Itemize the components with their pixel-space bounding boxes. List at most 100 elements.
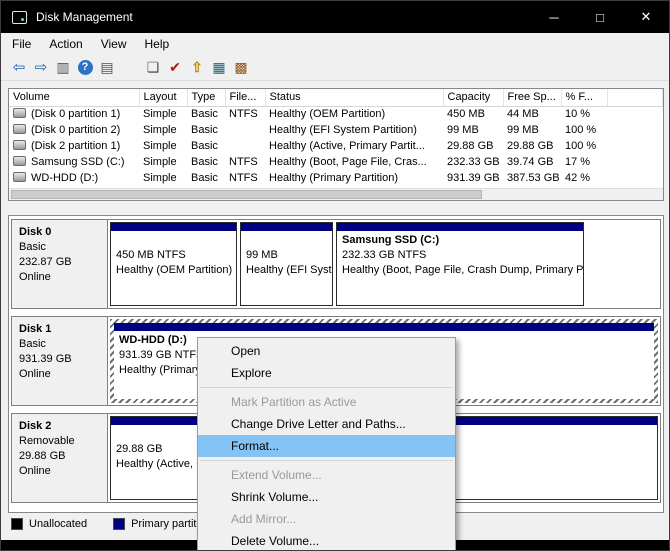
partition-color-strip	[114, 323, 654, 331]
cell-type: Basic	[187, 106, 225, 122]
cell-free: 39.74 GB	[503, 154, 561, 170]
maximize-button[interactable]: □	[577, 1, 623, 33]
cell-type: Basic	[187, 138, 225, 154]
horizontal-scrollbar[interactable]	[9, 188, 663, 200]
drive-icon	[13, 172, 26, 182]
col-free[interactable]: Free Sp...	[503, 89, 561, 106]
cell-file: NTFS	[225, 106, 265, 122]
forward-icon[interactable]: ⇨	[30, 57, 52, 77]
cell-capacity: 450 MB	[443, 106, 503, 122]
cell-pct: 100 %	[561, 122, 607, 138]
cell-pct: 42 %	[561, 170, 607, 186]
cell-status: Healthy (EFI System Partition)	[265, 122, 443, 138]
menu-file[interactable]: File	[3, 35, 40, 53]
graph-view-icon[interactable]: ▩	[230, 57, 252, 77]
disk-size: 931.39 GB	[19, 352, 100, 367]
partition-size: 232.33 GB NTFS	[342, 248, 578, 263]
cell-type: Basic	[187, 122, 225, 138]
disk-status: Online	[19, 464, 100, 479]
check-icon[interactable]: ✔	[164, 57, 186, 77]
partition-name	[246, 233, 327, 248]
col-pct[interactable]: % F...	[561, 89, 607, 106]
disk-status: Online	[19, 270, 100, 285]
cell-file	[225, 138, 265, 154]
app-icon[interactable]	[12, 11, 27, 24]
disk1-label[interactable]: Disk 1 Basic 931.39 GB Online	[12, 317, 108, 405]
menu-item-open[interactable]: Open	[198, 340, 455, 362]
partition-color-strip	[337, 223, 583, 231]
cell-volume: WD-HDD (D:)	[31, 172, 98, 184]
scrollbar-thumb[interactable]	[11, 190, 482, 199]
disk-management-window: Disk Management ─ □ ✕ File Action View H…	[0, 0, 670, 551]
cell-capacity: 931.39 GB	[443, 170, 503, 186]
export-icon[interactable]: ⇧	[186, 57, 208, 77]
close-button[interactable]: ✕	[623, 1, 669, 33]
menu-item-change-drive-letter[interactable]: Change Drive Letter and Paths...	[198, 413, 455, 435]
col-type[interactable]: Type	[187, 89, 225, 106]
col-file[interactable]: File...	[225, 89, 265, 106]
volume-table: Volume Layout Type File... Status Capaci…	[9, 89, 663, 186]
menu-item-explore[interactable]: Explore	[198, 362, 455, 384]
partition-status: Healthy (OEM Partition)	[116, 263, 231, 278]
col-volume[interactable]: Volume	[9, 89, 139, 106]
disk-view-icon[interactable]: ▦	[208, 57, 230, 77]
legend-unallocated: Unallocated	[11, 518, 87, 530]
drive-icon	[13, 124, 26, 134]
volume-row[interactable]: Samsung SSD (C:) Simple Basic NTFS Healt…	[9, 154, 663, 170]
help-icon[interactable]: ?	[78, 60, 93, 75]
disk2-label[interactable]: Disk 2 Removable 29.88 GB Online	[12, 414, 108, 502]
cell-layout: Simple	[139, 170, 187, 186]
menu-item-shrink-volume[interactable]: Shrink Volume...	[198, 486, 455, 508]
minimize-button[interactable]: ─	[531, 1, 577, 33]
disk-name: Disk 2	[19, 419, 100, 434]
legend-label: Unallocated	[29, 518, 87, 530]
disk-name: Disk 0	[19, 225, 100, 240]
dialog-icon[interactable]: ❏	[142, 57, 164, 77]
primary-partition-swatch	[113, 518, 125, 530]
volume-row[interactable]: (Disk 2 partition 1) Simple Basic Health…	[9, 138, 663, 154]
disk-size: 232.87 GB	[19, 255, 100, 270]
partition-color-strip	[111, 223, 236, 231]
menu-item-format[interactable]: Format...	[198, 435, 455, 457]
back-icon[interactable]: ⇦	[8, 57, 30, 77]
cell-volume: (Disk 0 partition 2)	[31, 124, 120, 136]
cell-file: NTFS	[225, 154, 265, 170]
volume-list-panel: Volume Layout Type File... Status Capaci…	[8, 88, 664, 201]
col-capacity[interactable]: Capacity	[443, 89, 503, 106]
cell-layout: Simple	[139, 138, 187, 154]
partition-oem[interactable]: 450 MB NTFS Healthy (OEM Partition)	[110, 222, 237, 306]
partition-status: Healthy (EFI System Partition)	[246, 263, 327, 278]
cell-free: 44 MB	[503, 106, 561, 122]
window-controls: ─ □ ✕	[531, 1, 669, 33]
menu-item-add-mirror: Add Mirror...	[198, 508, 455, 530]
volume-row[interactable]: WD-HDD (D:) Simple Basic NTFS Healthy (P…	[9, 170, 663, 186]
titlebar: Disk Management ─ □ ✕	[1, 1, 669, 33]
volume-row[interactable]: (Disk 0 partition 1) Simple Basic NTFS H…	[9, 106, 663, 122]
disk-type: Removable	[19, 434, 100, 449]
cell-status: Healthy (Boot, Page File, Cras...	[265, 154, 443, 170]
disk0-label[interactable]: Disk 0 Basic 232.87 GB Online	[12, 220, 108, 308]
menu-item-mark-partition-active: Mark Partition as Active	[198, 391, 455, 413]
partition-size: 450 MB NTFS	[116, 248, 231, 263]
cell-file: NTFS	[225, 170, 265, 186]
partition-samsung-ssd-c[interactable]: Samsung SSD (C:) 232.33 GB NTFS Healthy …	[336, 222, 584, 306]
menu-item-extend-volume: Extend Volume...	[198, 464, 455, 486]
col-status[interactable]: Status	[265, 89, 443, 106]
disk-name: Disk 1	[19, 322, 100, 337]
console-tree-icon[interactable]: ▥	[52, 57, 74, 77]
menu-item-delete-volume[interactable]: Delete Volume...	[198, 530, 455, 551]
menu-separator	[200, 460, 453, 461]
menu-view[interactable]: View	[92, 35, 136, 53]
action-pane-icon[interactable]: ▤	[96, 57, 118, 77]
menu-separator	[200, 387, 453, 388]
menu-help[interactable]: Help	[136, 35, 179, 53]
cell-volume: Samsung SSD (C:)	[31, 156, 125, 168]
partition-efi[interactable]: 99 MB Healthy (EFI System Partition)	[240, 222, 333, 306]
disk-type: Basic	[19, 240, 100, 255]
cell-file	[225, 122, 265, 138]
disk-size: 29.88 GB	[19, 449, 100, 464]
volume-row[interactable]: (Disk 0 partition 2) Simple Basic Health…	[9, 122, 663, 138]
menu-action[interactable]: Action	[40, 35, 91, 53]
cell-type: Basic	[187, 154, 225, 170]
col-layout[interactable]: Layout	[139, 89, 187, 106]
